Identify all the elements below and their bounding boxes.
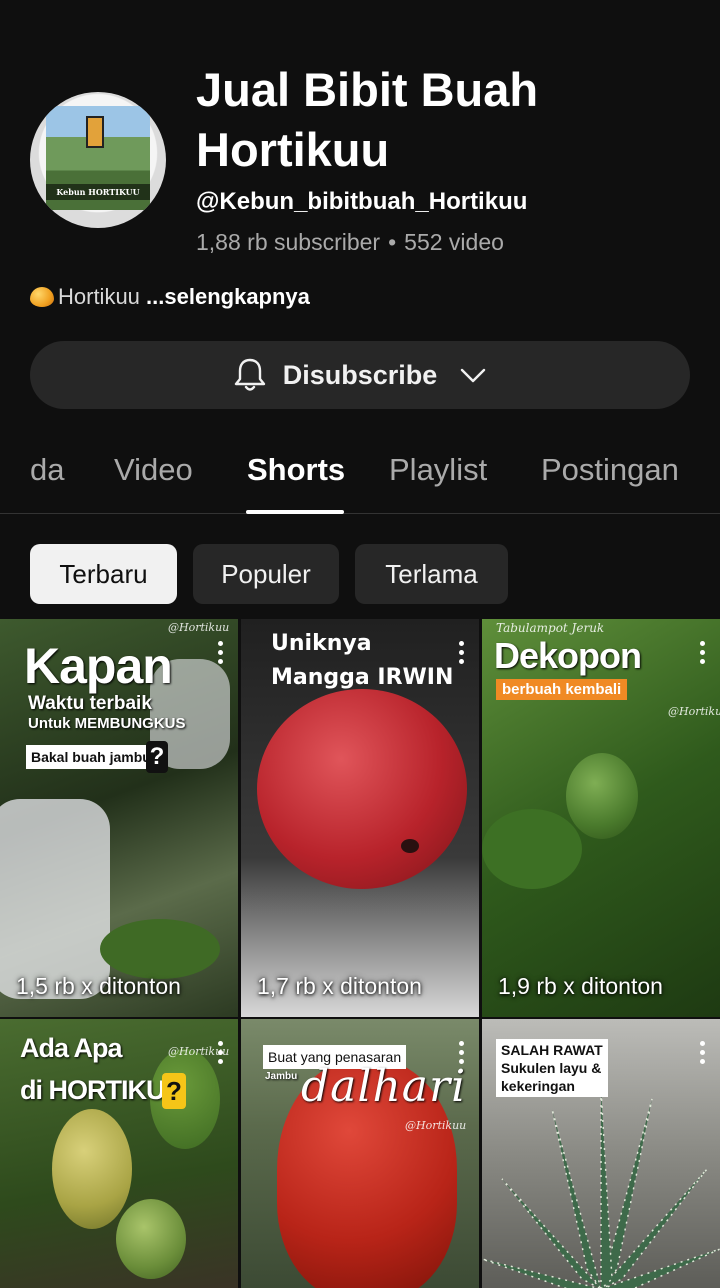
- watermark: @Hortikuu: [668, 705, 720, 718]
- tab-shorts[interactable]: Shorts: [247, 452, 345, 488]
- short-title: Kapan: [24, 638, 173, 694]
- active-tab-indicator: [246, 510, 344, 514]
- watermark: @Hortikuu: [405, 1119, 467, 1132]
- channel-header: Kebun HORTIKUU Jual Bibit Buah Hortikuu …: [0, 0, 720, 330]
- mango-graphic: [257, 689, 467, 889]
- short-title: Uniknya: [271, 631, 372, 656]
- mango-emoji-icon: [30, 287, 54, 307]
- short-subtitle: Waktu terbaik: [28, 693, 152, 714]
- channel-handle: @Kebun_bibitbuah_Hortikuu: [196, 188, 528, 215]
- leaf-graphic: [482, 809, 582, 889]
- subscriber-count: 1,88 rb subscriber: [196, 229, 381, 255]
- chip-terlama[interactable]: Terlama: [355, 544, 508, 604]
- avatar-label: Kebun HORTIKUU: [46, 184, 150, 200]
- question-mark-badge: ?: [162, 1073, 186, 1109]
- short-item[interactable]: Tabulampot Jeruk Dekopon berbuah kembali…: [482, 619, 720, 1017]
- more-options-icon[interactable]: [459, 641, 465, 667]
- leaf-graphic: [100, 919, 220, 979]
- short-views: 1,7 rb x ditonton: [257, 973, 422, 999]
- avatar-image: Kebun HORTIKUU: [46, 106, 150, 210]
- more-options-icon[interactable]: [700, 1041, 706, 1067]
- tab-beranda[interactable]: da: [30, 452, 64, 488]
- watermark: @Hortikuu: [168, 621, 230, 634]
- short-caption: Jambu: [265, 1071, 298, 1082]
- short-title: Ada Apa: [20, 1033, 123, 1063]
- chip-terbaru[interactable]: Terbaru: [30, 544, 177, 604]
- shorts-grid: @Hortikuu Kapan Waktu terbaik Untuk MEMB…: [0, 619, 720, 1288]
- citrus-fruit-graphic: [566, 753, 638, 839]
- channel-tabs: da Video Shorts Playlist Postingan: [0, 430, 720, 514]
- channel-name: Jual Bibit Buah Hortikuu: [196, 63, 539, 176]
- channel-avatar[interactable]: Kebun HORTIKUU: [30, 92, 166, 228]
- short-title: di HORTIKUU: [20, 1075, 184, 1105]
- short-title: Dekopon: [494, 635, 642, 676]
- short-views: 1,9 rb x ditonton: [498, 973, 663, 999]
- more-link[interactable]: ...selengkapnya: [146, 284, 310, 309]
- tab-postingan[interactable]: Postingan: [541, 452, 679, 488]
- tab-playlist[interactable]: Playlist: [389, 452, 487, 488]
- more-options-icon[interactable]: [700, 641, 706, 667]
- short-badge: berbuah kembali: [496, 679, 628, 700]
- more-options-icon[interactable]: [218, 641, 224, 667]
- mango-spot-graphic: [401, 839, 419, 853]
- short-title: Mangga IRWIN: [271, 665, 454, 690]
- short-title: dalhari: [301, 1061, 467, 1112]
- more-options-icon[interactable]: [459, 1041, 465, 1067]
- chevron-down-icon: [461, 368, 486, 383]
- short-item[interactable]: Buat yang penasaran Jambu dalhari @Horti…: [241, 1019, 479, 1288]
- bell-icon: [234, 358, 265, 391]
- short-caption: Tabulampot Jeruk: [496, 621, 605, 635]
- short-item[interactable]: Uniknya Mangga IRWIN 1,7 rb x ditonton: [241, 619, 479, 1017]
- subscribe-button[interactable]: Disubscribe: [30, 341, 690, 409]
- video-count: 552 video: [404, 229, 504, 255]
- channel-description[interactable]: Hortikuu ...selengkapnya: [30, 284, 310, 310]
- mango-graphic: [52, 1109, 132, 1229]
- chip-populer[interactable]: Populer: [193, 544, 339, 604]
- more-options-icon[interactable]: [218, 1041, 224, 1067]
- short-caption-box: SALAH RAWAT Sukulen layu & kekeringan: [496, 1039, 608, 1097]
- avatar-sign-graphic: [86, 116, 104, 148]
- plastic-bag-graphic: [0, 799, 110, 999]
- short-item[interactable]: @Hortikuu Kapan Waktu terbaik Untuk MEMB…: [0, 619, 238, 1017]
- channel-stats: 1,88 rb subscriber • 552 video: [196, 229, 504, 256]
- mango-graphic: [116, 1199, 186, 1279]
- short-caption-box: Bakal buah jambu: [26, 745, 156, 769]
- short-item[interactable]: Ada Apa di HORTIKUU ? @Hortikuu: [0, 1019, 238, 1288]
- short-subtitle: Untuk MEMBUNGKUS: [28, 715, 186, 732]
- succulent-graphic: [482, 1088, 720, 1288]
- short-item[interactable]: SALAH RAWAT Sukulen layu & kekeringan: [482, 1019, 720, 1288]
- description-text: Hortikuu: [58, 284, 140, 309]
- stats-separator: •: [388, 229, 397, 255]
- subscribe-label: Disubscribe: [282, 359, 438, 390]
- short-views: 1,5 rb x ditonton: [16, 973, 181, 999]
- tab-video[interactable]: Video: [114, 452, 193, 488]
- question-mark-badge: ?: [146, 741, 168, 773]
